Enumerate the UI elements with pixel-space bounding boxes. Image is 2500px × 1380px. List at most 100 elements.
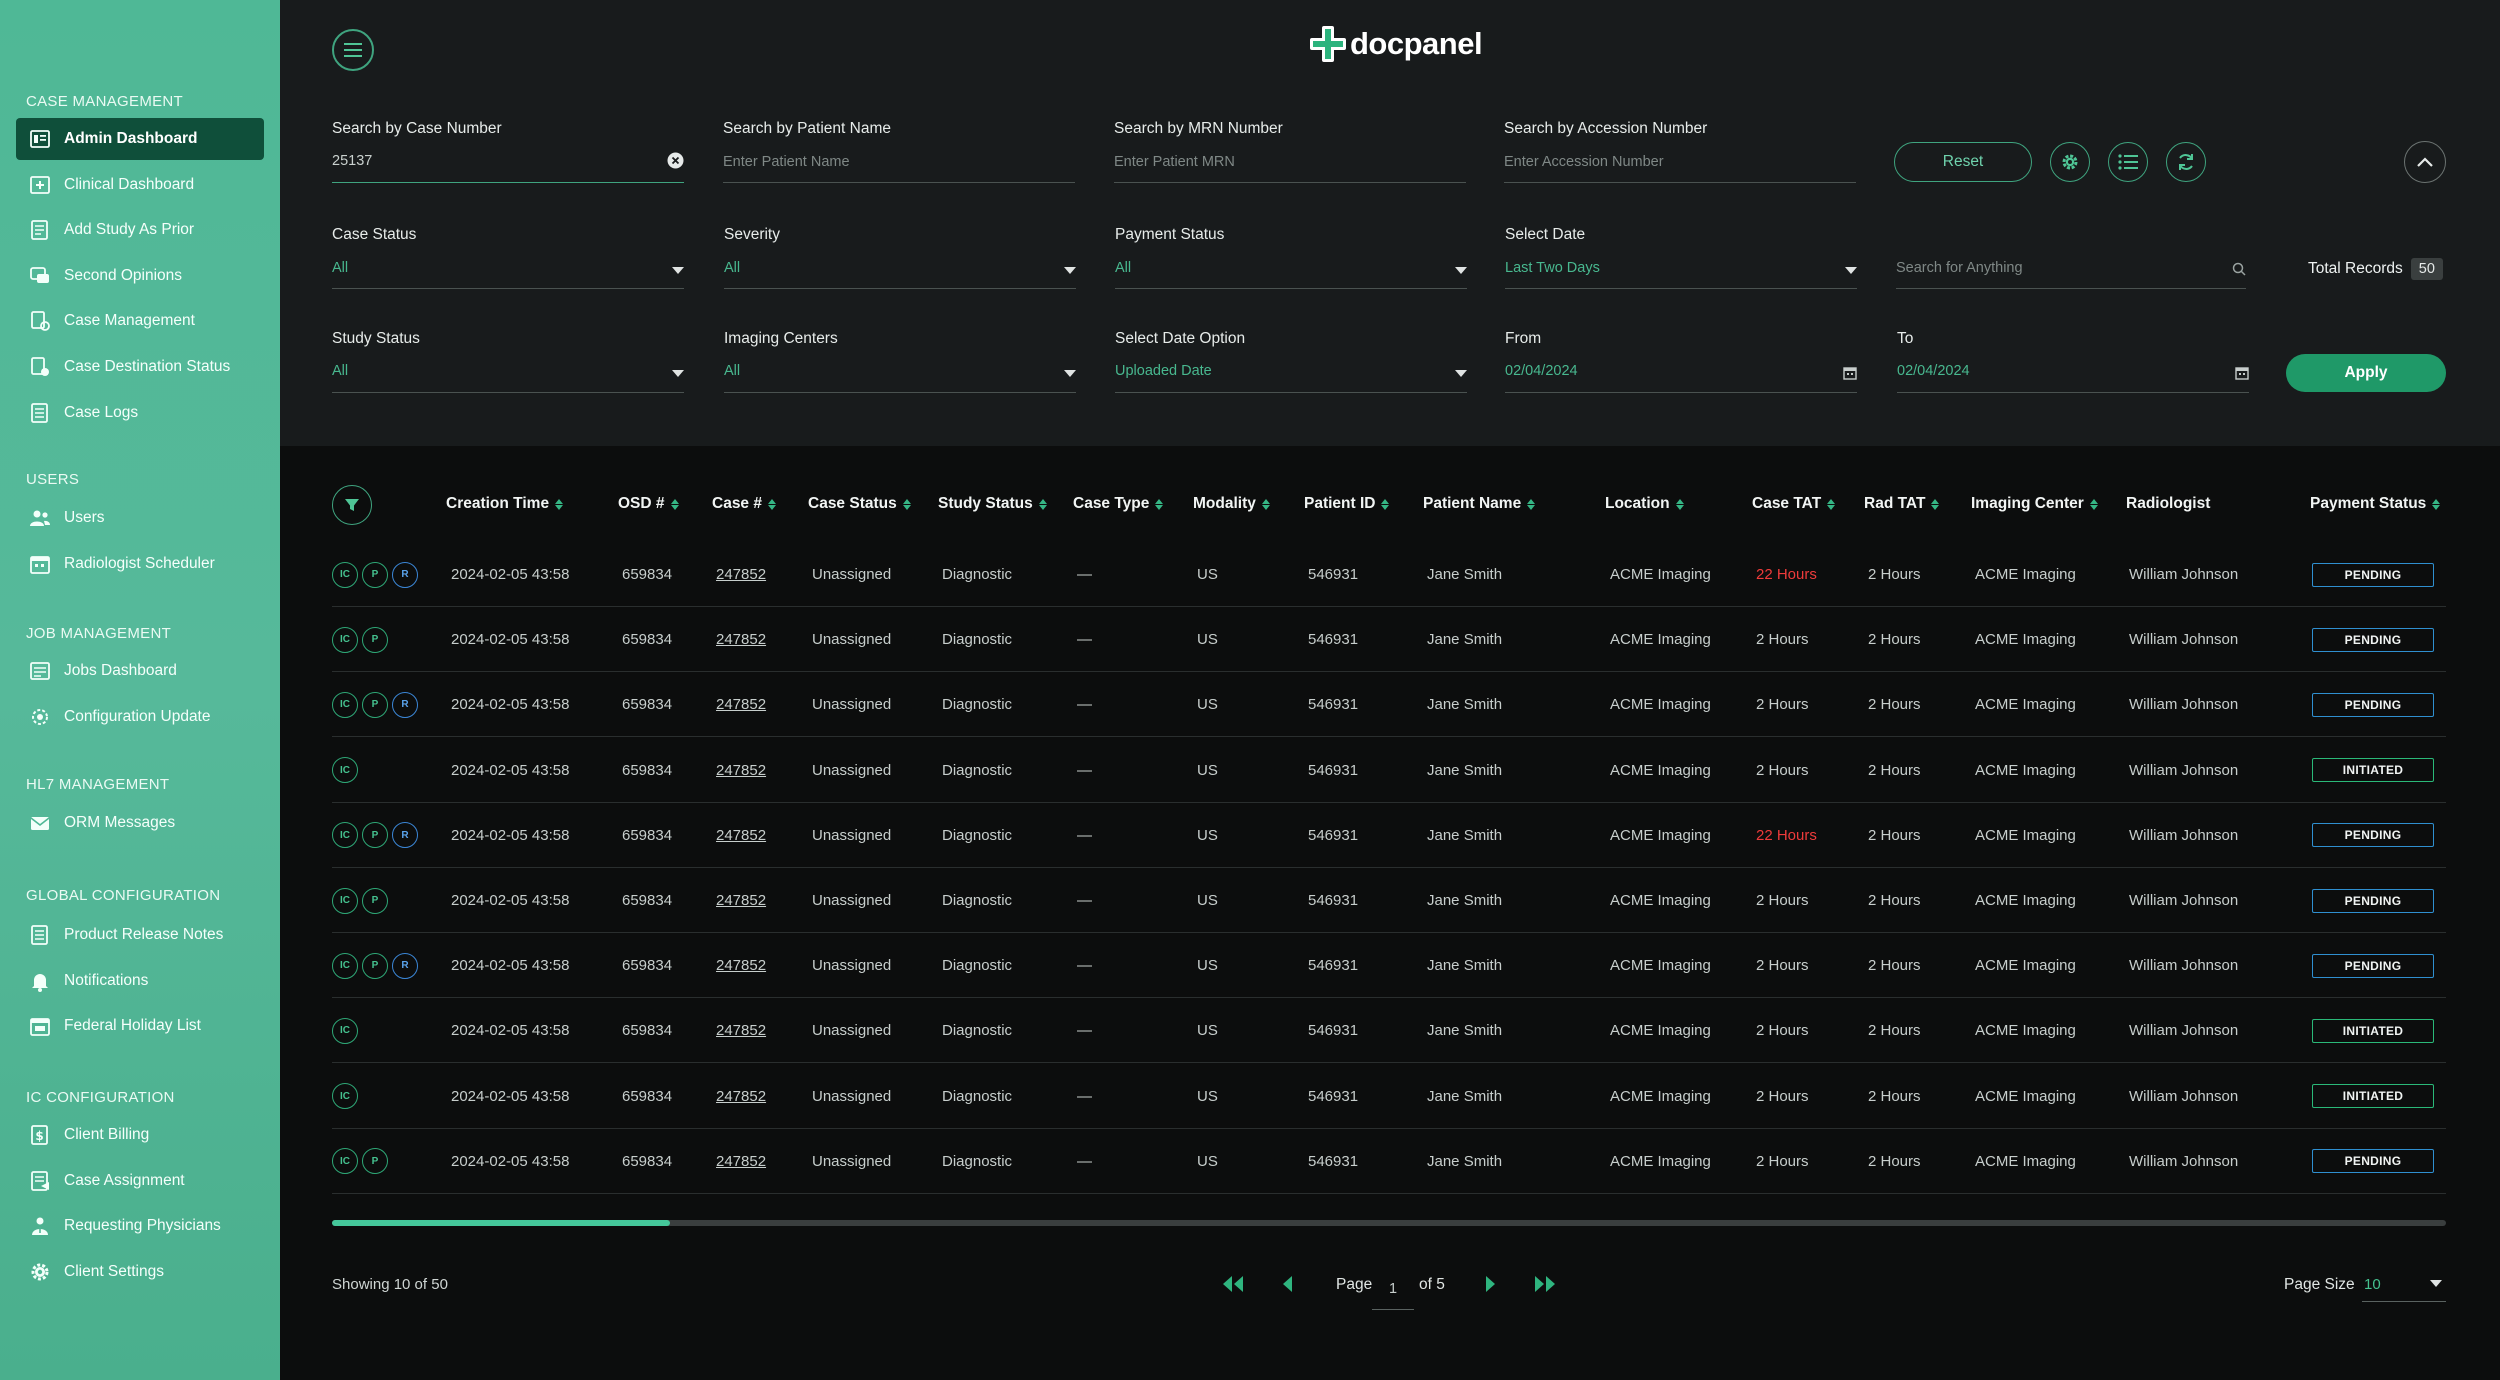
to-date-value[interactable]: 02/04/2024 (1897, 363, 1970, 379)
menu-toggle-button[interactable] (332, 29, 374, 71)
search-anything-field[interactable]: Search for Anything (1896, 258, 2246, 290)
sort-icon[interactable] (1827, 498, 1836, 510)
sidebar-item-users[interactable]: Users (16, 497, 264, 539)
sort-icon[interactable] (902, 498, 911, 510)
sort-icon[interactable] (2432, 498, 2441, 510)
case-number-input[interactable]: 25137 (332, 153, 372, 169)
sort-icon[interactable] (767, 498, 776, 510)
column-header-case-status[interactable]: Case Status (808, 495, 911, 513)
badge-p[interactable]: P (362, 561, 388, 588)
sidebar-item-add-study-as-prior[interactable]: Add Study As Prior (16, 209, 264, 251)
sidebar-item-product-release-notes[interactable]: Product Release Notes (16, 914, 264, 956)
badge-ic[interactable]: IC (332, 1017, 358, 1044)
table-row[interactable]: IC P R 2024-02-05 43:58 659834 247852 Unassign… (332, 542, 2446, 607)
badge-p[interactable]: P (362, 952, 388, 979)
sidebar-item-client-billing[interactable]: $ Client Billing (16, 1114, 264, 1156)
column-header-location[interactable]: Location (1605, 495, 1684, 513)
sort-icon[interactable] (670, 498, 679, 510)
badge-r[interactable]: R (392, 952, 418, 979)
badge-ic[interactable]: IC (332, 887, 358, 914)
badge-ic[interactable]: IC (332, 952, 358, 979)
cell-case-number[interactable]: 247852 (716, 607, 766, 672)
sidebar-item-client-settings[interactable]: Client Settings (16, 1251, 264, 1293)
refresh-button[interactable] (2166, 142, 2206, 182)
study-status-select[interactable]: Study Status All (332, 330, 684, 394)
column-header-modality[interactable]: Modality (1193, 495, 1270, 513)
table-row[interactable]: IC P 2024-02-05 43:58 659834 247852 Unassigne… (332, 1129, 2446, 1194)
cell-case-number[interactable]: 247852 (716, 868, 766, 933)
cell-case-number[interactable]: 247852 (716, 672, 766, 737)
sort-icon[interactable] (1038, 498, 1047, 510)
sidebar-item-admin-dashboard[interactable]: Admin Dashboard (16, 118, 264, 160)
column-header-payment-status[interactable]: Payment Status (2310, 495, 2441, 513)
from-date-value[interactable]: 02/04/2024 (1505, 363, 1578, 379)
cell-case-number[interactable]: 247852 (716, 803, 766, 868)
column-header-osd[interactable]: OSD # (618, 495, 679, 513)
table-row[interactable]: IC 2024-02-05 43:58 659834 247852 Unassigned… (332, 1064, 2446, 1129)
badge-p[interactable]: P (362, 1148, 388, 1175)
sort-icon[interactable] (555, 498, 564, 510)
badge-p[interactable]: P (362, 691, 388, 718)
horizontal-scrollbar[interactable] (332, 1220, 2446, 1226)
badge-ic[interactable]: IC (332, 691, 358, 718)
sidebar-item-second-opinions[interactable]: Second Opinions (16, 255, 264, 297)
sidebar-item-jobs-dashboard[interactable]: Jobs Dashboard (16, 650, 264, 692)
collapse-filters-button[interactable] (2404, 141, 2446, 183)
sort-icon[interactable] (2089, 498, 2098, 510)
column-header-creation-time[interactable]: Creation Time (446, 495, 564, 513)
column-header-study-status[interactable]: Study Status (938, 495, 1047, 513)
column-header-patient-id[interactable]: Patient ID (1304, 495, 1390, 513)
imaging-centers-select[interactable]: Imaging Centers All (724, 330, 1076, 394)
badge-r[interactable]: R (392, 561, 418, 588)
table-row[interactable]: IC P R 2024-02-05 43:58 659834 247852 Unassign… (332, 672, 2446, 738)
column-header-case-type[interactable]: Case Type (1073, 495, 1164, 513)
table-row[interactable]: IC P R 2024-02-05 43:58 659834 247852 Unassign… (332, 803, 2446, 868)
reset-button[interactable]: Reset (1894, 142, 2032, 182)
sidebar-item-requesting-physicians[interactable]: Requesting Physicians (16, 1205, 264, 1247)
sidebar-item-federal-holiday-list[interactable]: Federal Holiday List (16, 1005, 264, 1047)
sidebar-item-clinical-dashboard[interactable]: Clinical Dashboard (16, 164, 264, 206)
badge-p[interactable]: P (362, 626, 388, 653)
column-list-button[interactable] (2108, 142, 2148, 182)
column-header-patient-name[interactable]: Patient Name (1423, 495, 1536, 513)
sort-icon[interactable] (1381, 498, 1390, 510)
badge-p[interactable]: P (362, 822, 388, 849)
mrn-input[interactable]: Enter Patient MRN (1114, 154, 1235, 170)
scrollbar-thumb[interactable] (332, 1220, 670, 1226)
sidebar-item-orm-messages[interactable]: ORM Messages (16, 802, 264, 844)
severity-select[interactable]: Severity All (724, 226, 1076, 290)
cell-case-number[interactable]: 247852 (716, 998, 766, 1063)
column-filter-button[interactable] (332, 485, 372, 525)
cell-case-number[interactable]: 247852 (716, 738, 766, 803)
table-row[interactable]: IC P 2024-02-05 43:58 659834 247852 Unassigne… (332, 607, 2446, 673)
search-anything-input[interactable]: Search for Anything (1896, 260, 2023, 276)
sort-icon[interactable] (1527, 498, 1536, 510)
sort-icon[interactable] (1675, 498, 1684, 510)
clear-icon[interactable] (667, 152, 684, 169)
table-row[interactable]: IC P R 2024-02-05 43:58 659834 247852 Unassign… (332, 933, 2446, 999)
date-option-select[interactable]: Select Date Option Uploaded Date (1115, 330, 1467, 394)
first-page-button[interactable] (1220, 1274, 1246, 1299)
badge-ic[interactable]: IC (332, 626, 358, 653)
payment-status-select[interactable]: Payment Status All (1115, 226, 1467, 290)
table-row[interactable]: IC 2024-02-05 43:58 659834 247852 Unassigned… (332, 738, 2446, 803)
sidebar-item-radiologist-scheduler[interactable]: Radiologist Scheduler (16, 543, 264, 585)
badge-r[interactable]: R (392, 822, 418, 849)
column-header-imaging-center[interactable]: Imaging Center (1971, 495, 2098, 513)
badge-ic[interactable]: IC (332, 1148, 358, 1175)
cell-case-number[interactable]: 247852 (716, 542, 766, 607)
patient-name-input[interactable]: Enter Patient Name (723, 154, 850, 170)
sort-icon[interactable] (1931, 498, 1940, 510)
badge-p[interactable]: P (362, 887, 388, 914)
sort-icon[interactable] (1261, 498, 1270, 510)
table-row[interactable]: IC 2024-02-05 43:58 659834 247852 Unassigned… (332, 998, 2446, 1064)
cell-case-number[interactable]: 247852 (716, 1129, 766, 1194)
sidebar-item-notifications[interactable]: Notifications (16, 960, 264, 1002)
calendar-icon[interactable] (1843, 366, 1857, 380)
last-page-button[interactable] (1532, 1274, 1558, 1299)
from-date-field[interactable]: From 02/04/2024 (1505, 330, 1857, 394)
current-page-input[interactable]: 1 (1372, 1268, 1414, 1310)
badge-ic[interactable]: IC (332, 822, 358, 849)
badge-ic[interactable]: IC (332, 757, 358, 784)
badge-ic[interactable]: IC (332, 1083, 358, 1110)
